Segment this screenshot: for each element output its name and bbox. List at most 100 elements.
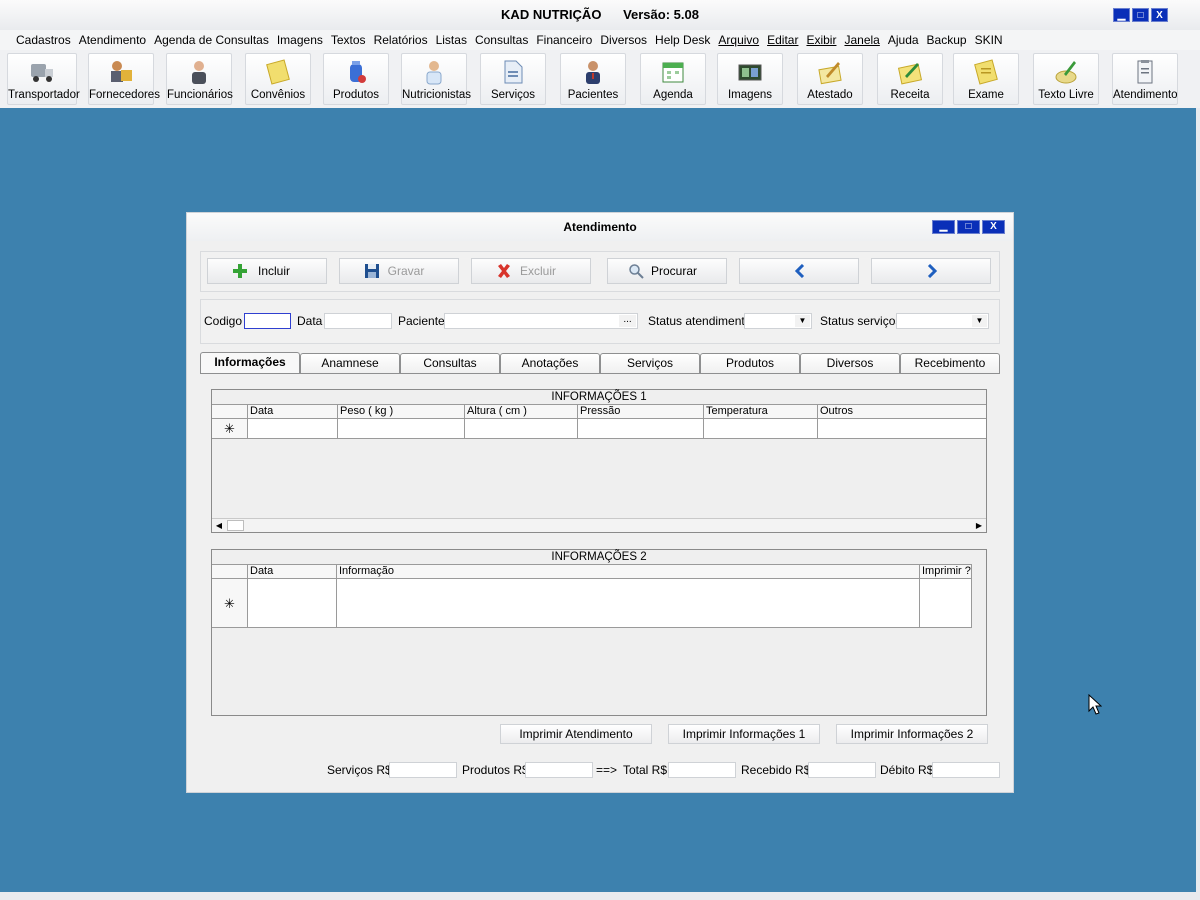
grid1-cell[interactable] [338,419,465,439]
grid1-col-temperatura[interactable]: Temperatura [704,404,818,419]
next-record-button[interactable] [871,258,991,284]
dialog-controls: ▁ □ X [932,220,1005,234]
informacoes1-grid[interactable]: INFORMAÇÕES 1 Data Peso ( kg ) Altura ( … [211,389,987,533]
menu-imagens[interactable]: Imagens [277,33,323,47]
delete-button[interactable]: Excluir [471,258,591,284]
grid2-cell[interactable] [248,579,337,628]
menu-financeiro[interactable]: Financeiro [536,33,592,47]
toolbar-fornecedores-button[interactable]: Fornecedores [88,53,160,105]
menu-help-desk[interactable]: Help Desk [655,33,710,47]
tab-diversos[interactable]: Diversos [800,353,900,373]
menu-diversos[interactable]: Diversos [600,33,647,47]
grid1-cell[interactable] [818,419,986,439]
search-button[interactable]: Procurar [607,258,727,284]
patient-lookup-button[interactable]: ... [619,315,636,327]
menu-agenda-consultas[interactable]: Agenda de Consultas [154,33,269,47]
debit-field[interactable] [932,762,1000,778]
toolbar-imagens-button[interactable]: Imagens [717,53,783,105]
calendar-icon [662,62,684,83]
tab-anotacoes[interactable]: Anotações [500,353,600,373]
status-services-select[interactable]: ▼ [896,313,989,329]
save-button[interactable]: Gravar [339,258,459,284]
toolbar-funcionarios-button[interactable]: Funcionários [166,53,233,105]
scroll-left-icon[interactable]: ◀ [212,519,226,532]
patient-input[interactable]: ... [444,313,638,329]
tab-informacoes[interactable]: Informações [200,352,300,373]
grid1-cell[interactable] [465,419,578,439]
tab-recebimento[interactable]: Recebimento [900,353,1000,373]
print-informacoes2-button[interactable]: Imprimir Informações 2 [836,724,988,744]
toolbar-convenios-button[interactable]: Convênios [245,53,311,105]
grid1-col-data[interactable]: Data [248,404,338,419]
grid2-new-row-indicator: ✳ [212,579,248,628]
previous-record-button[interactable] [739,258,859,284]
menu-janela[interactable]: Janela [844,33,879,47]
nutritionist-icon [426,61,442,85]
menu-relatorios[interactable]: Relatórios [374,33,428,47]
toolbar-texto-livre-button[interactable]: Texto Livre [1033,53,1099,105]
status-attendance-select[interactable]: ▼ [744,313,812,329]
tab-servicos[interactable]: Serviços [600,353,700,373]
menu-editar[interactable]: Editar [767,33,798,47]
grid1-col-outros[interactable]: Outros [818,404,986,419]
date-input[interactable] [324,313,392,329]
dialog-close-button[interactable]: X [982,220,1005,234]
menu-skin[interactable]: SKIN [975,33,1003,47]
grid1-col-altura[interactable]: Altura ( cm ) [465,404,578,419]
minimize-button[interactable]: ▁ [1113,8,1130,22]
toolbar-atestado-button[interactable]: Atestado [797,53,863,105]
print-informacoes1-button[interactable]: Imprimir Informações 1 [668,724,820,744]
menu-exibir[interactable]: Exibir [806,33,836,47]
grid1-col-peso[interactable]: Peso ( kg ) [338,404,465,419]
grid1-horizontal-scrollbar[interactable]: ◀ ▶ [212,518,986,532]
menu-textos[interactable]: Textos [331,33,366,47]
toolbar-atendimento-button[interactable]: Atendimento [1112,53,1178,105]
grand-total-field[interactable] [668,762,736,778]
grid1-cell[interactable] [248,419,338,439]
grid2-col-informacao[interactable]: Informação [337,564,920,579]
print-atendimento-button[interactable]: Imprimir Atendimento [500,724,652,744]
dialog-minimize-button[interactable]: ▁ [932,220,955,234]
toolbar-pacientes-button[interactable]: Pacientes [560,53,626,105]
chevron-right-icon [927,264,938,278]
toolbar-agenda-button[interactable]: Agenda [640,53,706,105]
toolbar-exame-button[interactable]: Exame [953,53,1019,105]
close-button[interactable]: X [1151,8,1168,22]
code-label: Codigo [204,314,243,328]
toolbar-receita-button[interactable]: Receita [877,53,943,105]
code-input[interactable] [244,313,291,329]
toolbar-produtos-button[interactable]: Produtos [323,53,389,105]
menu-cadastros[interactable]: Cadastros [16,33,71,47]
menu-listas[interactable]: Listas [436,33,467,47]
include-button[interactable]: Incluir [207,258,327,284]
grid1-cell[interactable] [704,419,818,439]
tab-anamnese[interactable]: Anamnese [300,353,400,373]
menu-atendimento[interactable]: Atendimento [79,33,146,47]
grid2-cell[interactable] [920,579,972,628]
grid1-cell[interactable] [578,419,704,439]
grid2-col-data[interactable]: Data [248,564,337,579]
menu-backup[interactable]: Backup [927,33,967,47]
tab-produtos[interactable]: Produtos [700,353,800,373]
grid2-cell[interactable] [337,579,920,628]
received-field[interactable] [808,762,876,778]
menu-arquivo[interactable]: Arquivo [718,33,759,47]
menu-consultas[interactable]: Consultas [475,33,528,47]
scroll-thumb[interactable] [227,520,244,531]
window-right-edge [1196,108,1200,898]
grid1-col-pressao[interactable]: Pressão [578,404,704,419]
scroll-right-icon[interactable]: ▶ [972,519,986,532]
products-total-field[interactable] [525,762,593,778]
dialog-maximize-button[interactable]: □ [957,220,980,234]
informacoes2-grid[interactable]: INFORMAÇÕES 2 Data Informação Imprimir ?… [211,549,987,716]
maximize-button[interactable]: □ [1132,8,1149,22]
grid2-col-imprimir[interactable]: Imprimir ? [920,564,972,579]
toolbar-nutricionistas-button[interactable]: Nutricionistas [401,53,471,105]
date-label: Data [297,314,323,328]
exam-notes-icon [974,59,998,85]
services-total-field[interactable] [389,762,457,778]
toolbar-transportador-button[interactable]: Transportador [7,53,80,105]
toolbar-servicos-button[interactable]: Serviços [480,53,546,105]
tab-consultas[interactable]: Consultas [400,353,500,373]
menu-ajuda[interactable]: Ajuda [888,33,919,47]
